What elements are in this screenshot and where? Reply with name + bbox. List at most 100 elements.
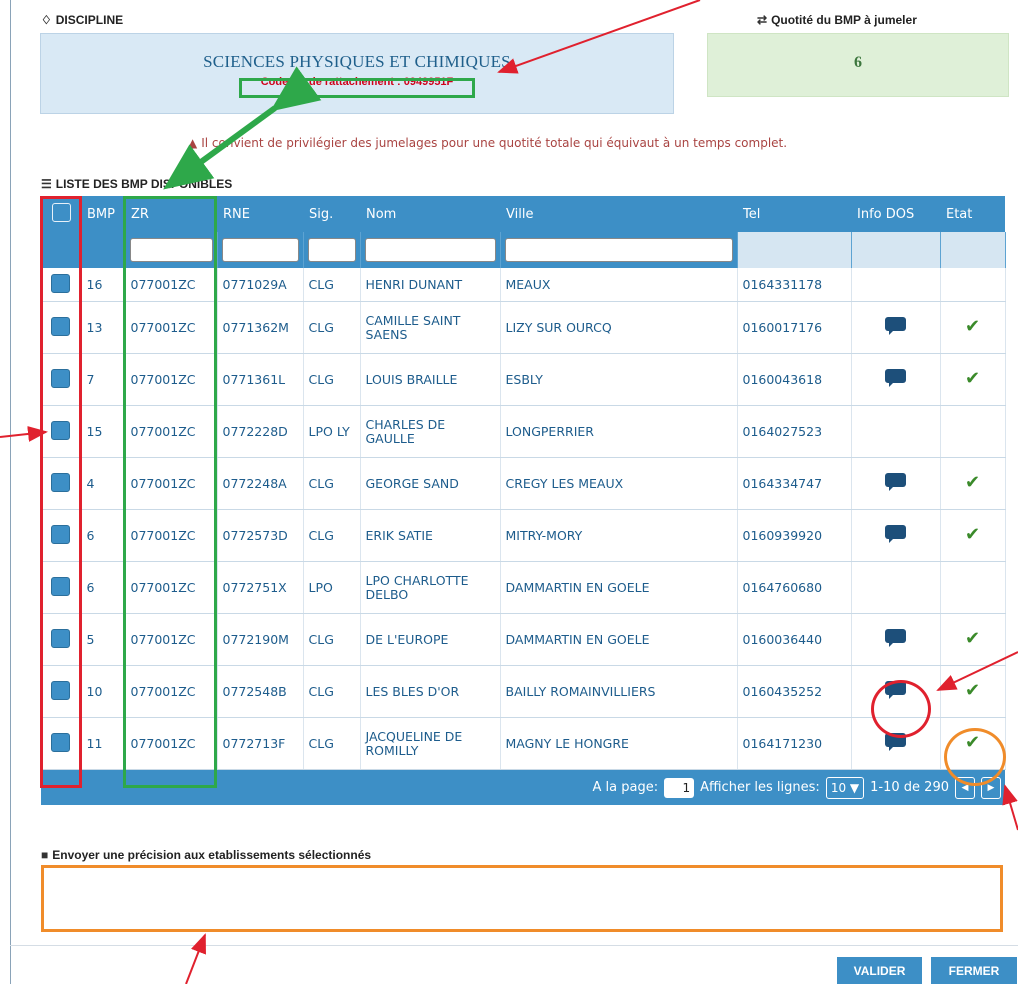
table-row[interactable]: 6 077001ZC 0772573D CLG ERIK SATIE MITRY-MORY… (41, 509, 1006, 562)
checkmark-icon: ✔ (964, 368, 981, 389)
cell-ville: CREGY LES MEAUX (500, 457, 738, 510)
list-icon: ☰ (41, 177, 52, 191)
row-select-cell[interactable] (41, 613, 82, 666)
cell-ville: LIZY SUR OURCQ (500, 301, 738, 354)
cell-tel: 0164334747 (737, 457, 852, 510)
row-checkbox[interactable] (51, 576, 71, 596)
cell-bmp: 16 (81, 268, 126, 302)
rows-per-page-value: 10 (830, 780, 847, 795)
list-title: ☰ LISTE DES BMP DISPONIBLES (41, 177, 232, 191)
comment-bubble-icon[interactable] (884, 317, 907, 335)
cell-info-dos[interactable] (851, 509, 941, 562)
rows-per-page-select[interactable]: 10 ▼ (825, 776, 865, 799)
col-header-nom[interactable]: Nom (360, 196, 500, 232)
cell-tel: 0164760680 (737, 561, 852, 614)
table-row[interactable]: 7 077001ZC 0771361L CLG LOUIS BRAILLE ESBLY 01… (41, 353, 1006, 406)
fermer-button[interactable]: FERMER (931, 957, 1017, 984)
filter-cell (737, 232, 852, 268)
comment-bubble-icon[interactable] (884, 473, 907, 491)
cell-rne: 0771361L (217, 353, 304, 406)
table-row[interactable]: 6 077001ZC 0772751X LPO LPO CHARLOTTE DELBO D… (41, 561, 1006, 614)
row-select-cell[interactable] (41, 268, 82, 302)
row-select-cell[interactable] (41, 509, 82, 562)
row-checkbox[interactable] (51, 420, 71, 440)
row-checkbox[interactable] (51, 368, 71, 388)
table-row[interactable]: 13 077001ZC 0771362M CLG CAMILLE SAINT SAENS… (41, 301, 1006, 354)
table-row[interactable]: 5 077001ZC 0772190M CLG DE L'EUROPE DAMMARTIN… (41, 613, 1006, 666)
row-checkbox[interactable] (51, 273, 71, 293)
row-checkbox[interactable] (51, 524, 71, 544)
cell-info-dos (851, 561, 941, 614)
col-header-zr[interactable]: ZR (125, 196, 217, 232)
table-row[interactable]: 15 077001ZC 0772228D LPO LY CHARLES DE GAULL… (41, 405, 1006, 458)
cell-rne: 0772190M (217, 613, 304, 666)
comment-bubble-icon[interactable] (884, 733, 907, 751)
select-all-header[interactable] (41, 196, 81, 232)
checkmark-icon: ✔ (964, 524, 981, 545)
cell-tel: 0160435252 (737, 665, 852, 718)
col-header-sig[interactable]: Sig. (303, 196, 360, 232)
comment-bubble-icon[interactable] (884, 525, 907, 543)
row-select-cell[interactable] (41, 353, 82, 406)
col-header-etat[interactable]: Etat (940, 196, 1005, 232)
select-all-checkbox[interactable] (51, 202, 71, 222)
col-header-rne[interactable]: RNE (217, 196, 303, 232)
filter-rne-input[interactable] (221, 238, 299, 262)
cell-info-dos[interactable] (851, 457, 941, 510)
valider-button[interactable]: VALIDER (837, 957, 922, 984)
row-select-cell[interactable] (41, 405, 82, 458)
row-select-cell[interactable] (41, 717, 82, 770)
cell-etat: ✔ (940, 613, 1006, 666)
row-checkbox[interactable] (51, 628, 71, 648)
filter-sig-input[interactable] (307, 238, 356, 262)
message-textarea[interactable] (41, 865, 1003, 932)
table-row[interactable]: 16 077001ZC 0771029A CLG HENRI DUNANT MEAUX 01… (41, 268, 1006, 302)
cell-info-dos[interactable] (851, 665, 941, 718)
table-row[interactable]: 11 077001ZC 0772713F CLG JACQUELINE DE ROMIL… (41, 717, 1006, 770)
discipline-box: SCIENCES PHYSIQUES ET CHIMIQUES Code ZR … (40, 33, 674, 114)
page-input[interactable]: 1 (664, 777, 695, 798)
col-header-ville[interactable]: Ville (500, 196, 737, 232)
row-select-cell[interactable] (41, 665, 82, 718)
cell-bmp: 5 (81, 613, 126, 666)
comment-bubble-icon[interactable] (884, 629, 907, 647)
row-checkbox[interactable] (51, 472, 71, 492)
warning-icon: ▲ (188, 136, 198, 150)
row-checkbox[interactable] (51, 680, 71, 700)
filter-nom-input[interactable] (364, 238, 496, 262)
cell-info-dos[interactable] (851, 301, 941, 354)
col-header-tel[interactable]: Tel (737, 196, 851, 232)
cell-info-dos[interactable] (851, 613, 941, 666)
cell-bmp: 4 (81, 457, 126, 510)
table-row[interactable]: 4 077001ZC 0772248A CLG GEORGE SAND CREGY LES… (41, 457, 1006, 510)
cell-info-dos[interactable] (851, 717, 941, 770)
cell-bmp: 11 (81, 717, 126, 770)
table-row[interactable]: 10 077001ZC 0772548B CLG LES BLES D'OR BAILLY… (41, 665, 1006, 718)
cell-sig: CLG (303, 268, 361, 302)
discipline-label-text: DISCIPLINE (55, 13, 124, 27)
comment-icon: ■ (41, 848, 49, 862)
cell-info-dos[interactable] (851, 353, 941, 406)
cell-rne: 0771029A (217, 268, 304, 302)
col-header-bmp[interactable]: BMP (81, 196, 125, 232)
cell-tel: 0160939920 (737, 509, 852, 562)
prev-page-button[interactable]: ◀ (955, 776, 975, 799)
comment-bubble-icon[interactable] (884, 369, 907, 387)
row-select-cell[interactable] (41, 457, 82, 510)
filter-cell (217, 232, 304, 268)
cell-ville: ESBLY (500, 353, 738, 406)
filter-cell (360, 232, 501, 268)
filter-cell (940, 232, 1006, 268)
row-select-cell[interactable] (41, 561, 82, 614)
row-checkbox[interactable] (51, 316, 71, 336)
filter-ville-input[interactable] (504, 238, 733, 262)
filter-zr-input[interactable] (129, 238, 213, 262)
col-header-info-dos[interactable]: Info DOS (851, 196, 940, 232)
cell-zr: 077001ZC (125, 561, 218, 614)
comment-bubble-icon[interactable] (884, 681, 907, 699)
row-checkbox[interactable] (51, 732, 71, 752)
row-select-cell[interactable] (41, 301, 82, 354)
quotite-label: ⇄ Quotité du BMP à jumeler (757, 13, 917, 27)
next-page-button[interactable]: ▶ (981, 776, 1001, 799)
cell-etat: ✔ (940, 457, 1006, 510)
